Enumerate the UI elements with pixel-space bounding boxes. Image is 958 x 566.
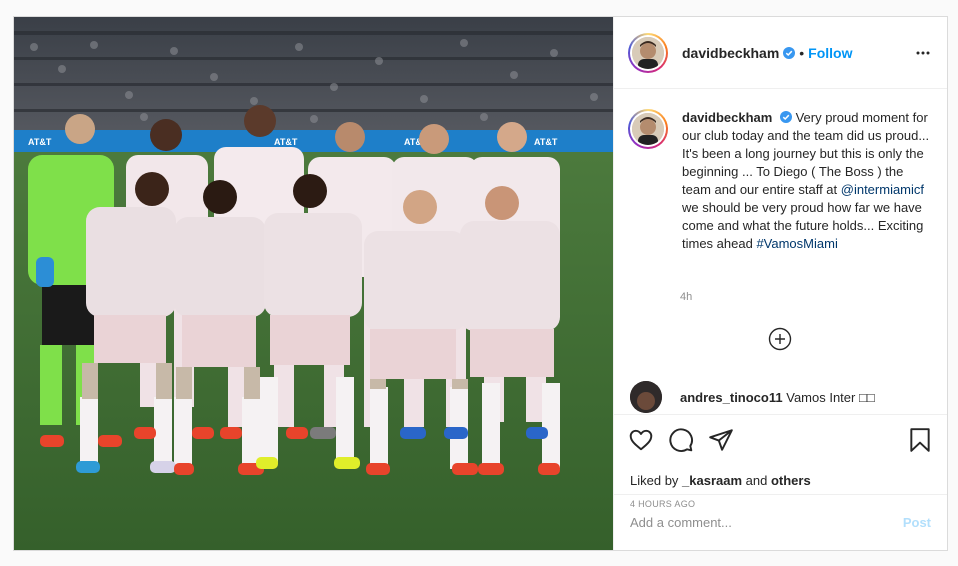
post-comment-button[interactable]: Post xyxy=(903,515,931,530)
heart-icon[interactable] xyxy=(628,427,654,453)
verified-badge-icon xyxy=(783,46,796,59)
author-username[interactable]: davidbeckham xyxy=(682,45,779,61)
caption-mention-link[interactable]: @intermiamicf xyxy=(841,182,924,197)
more-options-icon[interactable] xyxy=(915,45,931,61)
comment-item: andres_tinoco11 Vamos Inter □□ xyxy=(630,381,875,413)
caption-author-avatar[interactable] xyxy=(628,109,668,149)
caption-hashtag-link[interactable]: #VamosMiami xyxy=(756,236,837,251)
bookmark-icon[interactable] xyxy=(907,427,933,453)
comment-input[interactable] xyxy=(630,515,903,530)
comment-form: Post xyxy=(614,494,947,550)
likes-summary[interactable]: Liked by _kasraam and others xyxy=(630,473,811,488)
liked-by-mid: and xyxy=(742,473,771,488)
svg-text:AT&T: AT&T xyxy=(274,137,298,147)
avatar-photo xyxy=(632,36,664,69)
caption-author[interactable]: davidbeckham xyxy=(682,110,772,125)
team-photo-illustration: AT&TAT&T AT&TAT&TAT&T xyxy=(14,17,613,550)
post-photo[interactable]: AT&TAT&T AT&TAT&TAT&T xyxy=(14,17,613,550)
liked-by-prefix: Liked by xyxy=(630,473,683,488)
share-icon[interactable] xyxy=(708,427,734,453)
caption-timestamp[interactable]: 4h xyxy=(680,291,692,303)
caption-text: davidbeckham Very proud moment for our c… xyxy=(682,109,932,253)
post-actions: Liked by _kasraam and others 4 HOURS AGO… xyxy=(614,414,947,550)
commenter-avatar[interactable] xyxy=(630,381,662,413)
commenter-username[interactable]: andres_tinoco11 xyxy=(680,390,783,405)
author-avatar[interactable] xyxy=(628,32,668,73)
load-more-plus-icon[interactable] xyxy=(768,327,792,351)
comment-icon[interactable] xyxy=(668,427,694,453)
verified-badge-icon xyxy=(779,111,792,123)
comment-text: Vamos Inter □□ xyxy=(786,389,875,405)
svg-text:AT&T: AT&T xyxy=(28,137,52,147)
liked-by-user[interactable]: _kasraam xyxy=(682,473,742,488)
svg-text:AT&T: AT&T xyxy=(534,137,558,147)
post-sidebar: davidbeckham • Follow davidbeckham Very … xyxy=(613,17,947,550)
comments-section[interactable]: davidbeckham Very proud moment for our c… xyxy=(614,89,947,414)
post-header: davidbeckham • Follow xyxy=(614,17,947,89)
instagram-post: AT&TAT&T AT&TAT&TAT&T xyxy=(13,16,948,551)
liked-by-others[interactable]: others xyxy=(771,473,811,488)
separator-dot: • xyxy=(799,44,805,61)
caption: davidbeckham Very proud moment for our c… xyxy=(628,109,932,253)
follow-button[interactable]: Follow xyxy=(808,45,852,61)
